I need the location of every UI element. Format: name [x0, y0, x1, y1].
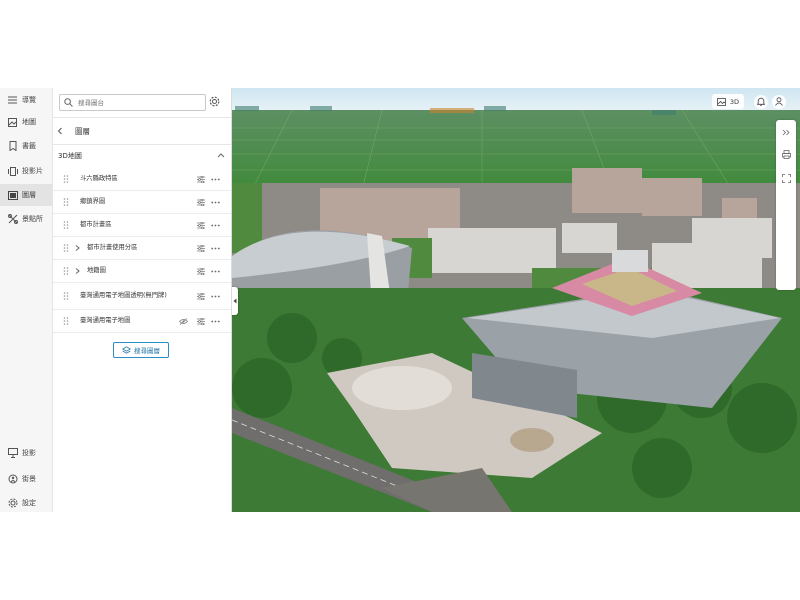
layer-row[interactable]: 都市計畫使用分區: [53, 237, 231, 260]
nav-item-layers[interactable]: 圖層: [0, 184, 52, 206]
sliders-icon[interactable]: [196, 175, 205, 183]
more-icon[interactable]: [211, 267, 220, 275]
nav-label: 景點所: [22, 215, 43, 223]
layer-label: 臺灣通用電子地圖: [80, 317, 131, 324]
sliders-icon[interactable]: [196, 221, 205, 229]
streetview-icon: [7, 474, 18, 485]
drag-handle-icon[interactable]: [63, 175, 69, 183]
3d-mode-toggle[interactable]: 3D: [711, 94, 744, 109]
caret-left-icon: [233, 298, 236, 304]
image-icon: [716, 97, 726, 106]
map-top-toolbar: 3D: [711, 94, 786, 109]
drag-handle-icon[interactable]: [63, 267, 69, 275]
drag-handle-icon[interactable]: [63, 198, 69, 206]
nav-label: 街景: [22, 475, 36, 483]
layers-icon: [7, 190, 18, 201]
more-icon[interactable]: [211, 175, 220, 183]
collapse-panel-handle[interactable]: [232, 287, 238, 315]
left-nav: 導覽 地圖 書籤 投影片 圖層 景點所 投影 街景 設定: [0, 88, 53, 512]
fullscreen-icon[interactable]: [780, 172, 792, 184]
settings-gear-icon[interactable]: [209, 96, 220, 107]
nav-label: 設定: [22, 499, 36, 507]
nav-item-bookmarks[interactable]: 書籤: [0, 135, 52, 157]
add-layer-label: 搜尋圖層: [134, 347, 160, 355]
search-icon: [64, 97, 74, 108]
nav-item-streetview[interactable]: 街景: [0, 468, 52, 490]
bookmark-icon: [7, 141, 18, 152]
nav-item-map[interactable]: 地圖: [0, 111, 52, 133]
sliders-icon[interactable]: [196, 267, 205, 275]
map-viewport[interactable]: 3D: [232, 88, 800, 512]
projection-icon: [7, 448, 18, 459]
map-icon: [7, 117, 18, 128]
nav-label: 圖層: [22, 191, 36, 199]
nav-label: 導覽: [22, 96, 36, 104]
tools-icon: [7, 214, 18, 225]
nav-item-guide[interactable]: 導覽: [0, 89, 52, 111]
chevron-left-icon[interactable]: [57, 127, 71, 135]
layer-label: 地籍圖: [87, 267, 106, 274]
more-icon[interactable]: [211, 198, 220, 206]
layer-row[interactable]: 都市計畫區: [53, 214, 231, 237]
nav-label: 地圖: [22, 118, 36, 126]
nav-item-tools[interactable]: 景點所: [0, 208, 52, 230]
sliders-icon[interactable]: [196, 292, 205, 300]
drag-handle-icon[interactable]: [63, 221, 69, 229]
chevron-up-icon[interactable]: [217, 152, 225, 160]
layers-panel: 圖層 3D地圖 斗六縣政特區 鄉鎮界圖 都市: [53, 88, 232, 512]
mode-label: 3D: [729, 97, 739, 106]
double-chevron-right-icon[interactable]: [780, 126, 792, 138]
more-icon[interactable]: [211, 317, 220, 325]
drag-handle-icon[interactable]: [63, 244, 69, 252]
section-header-3d-map[interactable]: 3D地圖: [53, 148, 231, 164]
nav-label: 書籤: [22, 142, 36, 150]
map-side-toolbar: [776, 120, 796, 290]
app-window: 導覽 地圖 書籤 投影片 圖層 景點所 投影 街景 設定 搜尋圖台 圖層 3D地…: [0, 88, 800, 512]
print-icon[interactable]: [780, 148, 792, 160]
bell-icon[interactable]: [754, 94, 768, 109]
layer-row[interactable]: 斗六縣政特區: [53, 168, 231, 191]
layer-row[interactable]: 臺灣通用電子地圖透明(無門牌): [53, 283, 231, 310]
menu-icon: [7, 95, 18, 106]
layer-label: 臺灣通用電子地圖透明(無門牌): [80, 292, 167, 299]
gear-icon: [7, 498, 18, 509]
more-icon[interactable]: [211, 221, 220, 229]
layer-label: 鄉鎮界圖: [80, 198, 106, 205]
more-icon[interactable]: [211, 292, 220, 300]
more-icon[interactable]: [211, 244, 220, 252]
slides-icon: [7, 166, 18, 177]
3d-map-scene[interactable]: [232, 88, 800, 512]
chevron-right-icon[interactable]: [75, 245, 81, 251]
user-icon[interactable]: [772, 94, 786, 109]
nav-item-settings[interactable]: 設定: [0, 492, 52, 514]
layer-label: 都市計畫區: [80, 221, 112, 228]
layer-row[interactable]: 鄉鎮界圖: [53, 191, 231, 214]
layers-stack-icon: [122, 345, 131, 355]
search-box: [59, 94, 206, 111]
nav-item-slides[interactable]: 投影片: [0, 160, 52, 182]
layer-row[interactable]: 臺灣通用電子地圖: [53, 310, 231, 333]
layer-label: 斗六縣政特區: [80, 175, 118, 182]
nav-item-projection[interactable]: 投影: [0, 442, 52, 464]
chevron-right-icon[interactable]: [75, 268, 81, 274]
search-input[interactable]: [78, 98, 196, 107]
eye-off-icon[interactable]: [179, 317, 188, 325]
layer-row[interactable]: 地籍圖: [53, 260, 231, 283]
panel-header: 圖層: [53, 117, 231, 145]
panel-title: 圖層: [75, 126, 90, 136]
drag-handle-icon[interactable]: [63, 292, 69, 300]
layer-list: 斗六縣政特區 鄉鎮界圖 都市計畫區 都市計畫使用分區 地籍圖 臺灣通用電子地圖透…: [53, 168, 231, 333]
sliders-icon[interactable]: [196, 244, 205, 252]
sliders-icon[interactable]: [196, 198, 205, 206]
nav-label: 投影: [22, 449, 36, 457]
section-title: 3D地圖: [58, 152, 82, 160]
sliders-icon[interactable]: [196, 317, 205, 325]
layer-label: 都市計畫使用分區: [87, 244, 138, 251]
nav-label: 投影片: [22, 167, 43, 175]
add-layer-button[interactable]: 搜尋圖層: [113, 342, 169, 358]
drag-handle-icon[interactable]: [63, 317, 69, 325]
